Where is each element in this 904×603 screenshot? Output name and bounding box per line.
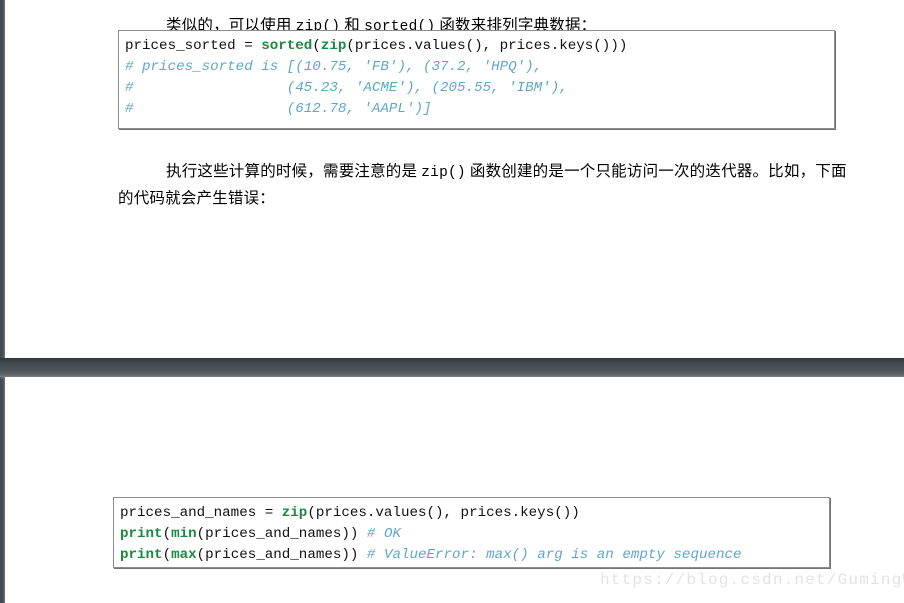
code2-line-1: prices_and_names = zip(prices.values(), … (120, 505, 580, 521)
document-viewer[interactable]: 类似的，可以使用 zip() 和 sorted() 函数来排列字典数据： pri… (0, 0, 904, 603)
paragraph-note: 执行这些计算的时候，需要注意的是 zip() 函数创建的是一个只能访问一次的迭代… (118, 159, 858, 211)
code-builtin-max: max (171, 547, 197, 563)
code2-line1-post: (prices.values(), prices.keys()) (307, 505, 580, 521)
code-comment-line-2: # prices_sorted is [(10.75, 'FB'), (37.2… (125, 59, 543, 75)
document-page-one: 类似的，可以使用 zip() 和 sorted() 函数来排列字典数据： pri… (5, 0, 904, 358)
code-line1-post: (prices.values(), prices.keys())) (346, 38, 628, 54)
code2-line2-mid2: (prices_and_names)) (196, 526, 367, 542)
code-builtin-min: min (171, 526, 197, 542)
code2-line2-mid1: ( (162, 526, 172, 542)
document-page-two (5, 377, 904, 603)
code-line1-mid: ( (312, 38, 321, 54)
code-block-prices-and-names[interactable]: prices_and_names = zip(prices.values(), … (113, 497, 830, 568)
code2-line-2: print(min(prices_and_names)) # OK (120, 526, 401, 542)
code-comment-line-3: # (45.23, 'ACME'), (205.55, 'IBM'), (125, 80, 568, 96)
code-block-prices-sorted[interactable]: prices_sorted = sorted(zip(prices.values… (118, 30, 835, 129)
code2-line3-mid1: ( (162, 547, 172, 563)
code2-line1-pre: prices_and_names = (120, 505, 282, 521)
code-line1-pre: prices_sorted = (125, 38, 262, 54)
code2-line-3: print(max(prices_and_names)) # ValueErro… (120, 547, 742, 563)
note-inline-code-zip: zip() (421, 164, 466, 181)
code-builtin-zip: zip (281, 505, 308, 521)
code-builtin-zip: zip (320, 38, 347, 54)
code-builtin-print: print (120, 547, 163, 563)
page-separator-band (0, 358, 904, 380)
code2-line3-comment: # ValueError: max() arg is an empty sequ… (366, 547, 742, 563)
watermark-url: https://blog.csdn.net/GumingW (600, 571, 904, 589)
code-builtin-sorted: sorted (261, 38, 313, 54)
code-line-1: prices_sorted = sorted(zip(prices.values… (125, 38, 627, 54)
note-text-part1: 执行这些计算的时候，需要注意的是 (166, 162, 422, 180)
code2-line3-mid2: (prices_and_names)) (196, 547, 367, 563)
code2-line2-comment: # OK (366, 526, 401, 542)
code-comment-line-4: # (612.78, 'AAPL')] (125, 101, 432, 117)
code-builtin-print: print (120, 526, 163, 542)
